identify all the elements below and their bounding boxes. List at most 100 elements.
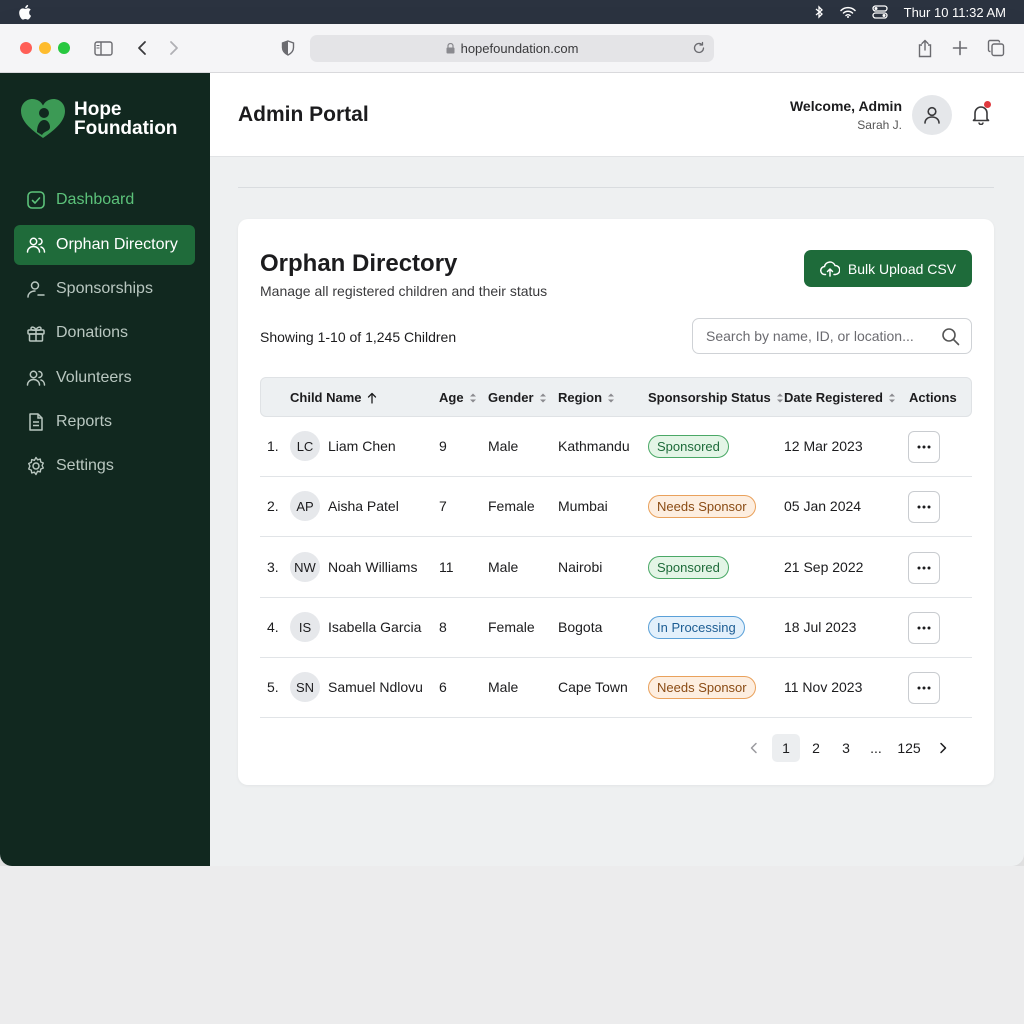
status-badge: In Processing	[648, 616, 745, 639]
table-row[interactable]: 5. SN Samuel Ndlovu 6 Male Cape Town Nee…	[260, 658, 972, 718]
column-date-registered[interactable]: Date Registered	[784, 390, 896, 405]
brand-name-line2: Foundation	[74, 118, 178, 139]
welcome-block: Welcome, Admin Sarah J.	[790, 98, 902, 132]
column-child-name[interactable]: Child Name	[290, 390, 377, 405]
child-avatar: IS	[290, 612, 320, 642]
table-row[interactable]: 4. IS Isabella Garcia 8 Female Bogota In…	[260, 598, 972, 658]
more-icon	[917, 505, 931, 509]
sidebar: Hope Foundation Dashboard Orphan Directo…	[0, 73, 210, 866]
child-name[interactable]: Liam Chen	[328, 438, 396, 454]
sort-icon	[469, 393, 476, 402]
child-age: 9	[439, 438, 447, 454]
orphan-directory-card: Orphan Directory Manage all registered c…	[238, 219, 994, 785]
pagination-page[interactable]: 3	[834, 734, 858, 762]
shield-icon[interactable]	[278, 38, 298, 58]
table-row[interactable]: 3. NW Noah Williams 11 Male Nairobi Spon…	[260, 538, 972, 598]
sidebar-item-orphan-directory[interactable]: Orphan Directory	[14, 225, 195, 265]
search-placeholder: Search by name, ID, or location...	[706, 328, 914, 344]
search-icon[interactable]	[941, 327, 960, 346]
browser-window: hopefoundation.com Hope Foundation Dashb…	[0, 24, 1024, 866]
child-name[interactable]: Samuel Ndlovu	[328, 679, 423, 695]
sidebar-item-donations[interactable]: Donations	[14, 313, 195, 353]
new-tab-icon[interactable]	[950, 38, 970, 58]
child-age: 6	[439, 679, 447, 695]
brand-logo[interactable]: Hope Foundation	[20, 98, 177, 140]
column-label: Region	[558, 390, 603, 405]
apple-icon[interactable]	[18, 4, 32, 20]
child-region: Bogota	[558, 619, 603, 635]
column-age[interactable]: Age	[439, 390, 477, 405]
sort-icon	[608, 393, 615, 402]
sort-icon	[776, 393, 783, 402]
sidebar-item-label: Settings	[56, 457, 114, 474]
sponsor-icon	[27, 281, 45, 298]
sidebar-item-reports[interactable]: Reports	[14, 402, 195, 442]
child-age: 8	[439, 619, 447, 635]
sort-icon	[888, 393, 895, 402]
desktop-background	[0, 866, 1024, 1024]
row-actions-button[interactable]	[908, 552, 940, 584]
pagination-page[interactable]: 2	[804, 734, 828, 762]
sidebar-item-label: Sponsorships	[56, 280, 153, 297]
pagination-next[interactable]	[933, 734, 953, 762]
search-input[interactable]: Search by name, ID, or location...	[692, 318, 972, 354]
wifi-icon[interactable]	[839, 6, 856, 18]
child-age: 7	[439, 498, 447, 514]
share-icon[interactable]	[915, 38, 935, 58]
row-actions-button[interactable]	[908, 612, 940, 644]
sidebar-item-label: Reports	[56, 413, 113, 430]
date-registered: 12 Mar 2023	[784, 438, 863, 454]
status-badge: Needs Sponsor	[648, 676, 756, 699]
column-region[interactable]: Region	[558, 390, 615, 405]
close-window-button[interactable]	[20, 42, 32, 54]
welcome-text: Welcome, Admin	[789, 98, 902, 114]
pagination-page[interactable]: 1	[772, 734, 800, 762]
row-number: 5.	[267, 679, 279, 695]
avatar[interactable]	[912, 95, 952, 135]
child-gender: Female	[488, 498, 535, 514]
row-actions-button[interactable]	[908, 431, 940, 463]
sidebar-item-dashboard[interactable]: Dashboard	[14, 180, 195, 220]
reload-icon[interactable]	[692, 41, 706, 55]
sidebar-item-label: Orphan Directory	[56, 236, 178, 253]
address-bar[interactable]: hopefoundation.com	[310, 35, 714, 62]
sidebar-toggle-icon[interactable]	[93, 38, 113, 58]
sidebar-item-sponsorships[interactable]: Sponsorships	[14, 269, 195, 309]
child-avatar: LC	[290, 431, 320, 461]
user-name: Sarah J.	[857, 118, 902, 132]
minimize-window-button[interactable]	[39, 42, 51, 54]
sidebar-item-settings[interactable]: Settings	[14, 446, 195, 486]
column-gender[interactable]: Gender	[488, 390, 547, 405]
table-row[interactable]: 1. LC Liam Chen 9 Male Kathmandu Sponsor…	[260, 417, 972, 477]
child-region: Mumbai	[558, 498, 608, 514]
date-registered: 11 Nov 2023	[784, 679, 863, 695]
menubar-clock[interactable]: Thur 10 11:32 AM	[904, 5, 1006, 20]
bulk-upload-button[interactable]: Bulk Upload CSV	[804, 250, 972, 287]
column-sponsorship-status[interactable]: Sponsorship Status	[648, 390, 784, 405]
row-number: 4.	[267, 619, 279, 635]
row-actions-button[interactable]	[908, 491, 940, 523]
back-icon[interactable]	[132, 38, 152, 58]
row-number: 3.	[267, 559, 279, 575]
control-center-icon[interactable]	[871, 5, 888, 19]
child-name[interactable]: Aisha Patel	[328, 498, 399, 514]
child-gender: Male	[488, 559, 519, 575]
directory-subtitle: Manage all registered children and their…	[260, 283, 548, 299]
column-actions: Actions	[909, 390, 957, 405]
pagination-prev[interactable]	[744, 734, 764, 762]
row-actions-button[interactable]	[908, 672, 940, 704]
bluetooth-icon[interactable]	[814, 5, 824, 19]
forward-icon[interactable]	[164, 38, 184, 58]
zoom-window-button[interactable]	[58, 42, 70, 54]
child-name[interactable]: Noah Williams	[328, 559, 417, 575]
tab-overview-icon[interactable]	[986, 38, 1006, 58]
table-row[interactable]: 2. AP Aisha Patel 7 Female Mumbai Needs …	[260, 477, 972, 537]
gear-icon	[28, 456, 44, 476]
child-avatar: AP	[290, 491, 320, 521]
child-name[interactable]: Isabella Garcia	[328, 619, 421, 635]
heart-logo-icon	[21, 99, 65, 138]
more-icon	[917, 445, 931, 449]
volunteers-icon	[26, 370, 46, 386]
sidebar-item-volunteers[interactable]: Volunteers	[14, 358, 195, 398]
pagination-page[interactable]: 125	[893, 734, 925, 762]
